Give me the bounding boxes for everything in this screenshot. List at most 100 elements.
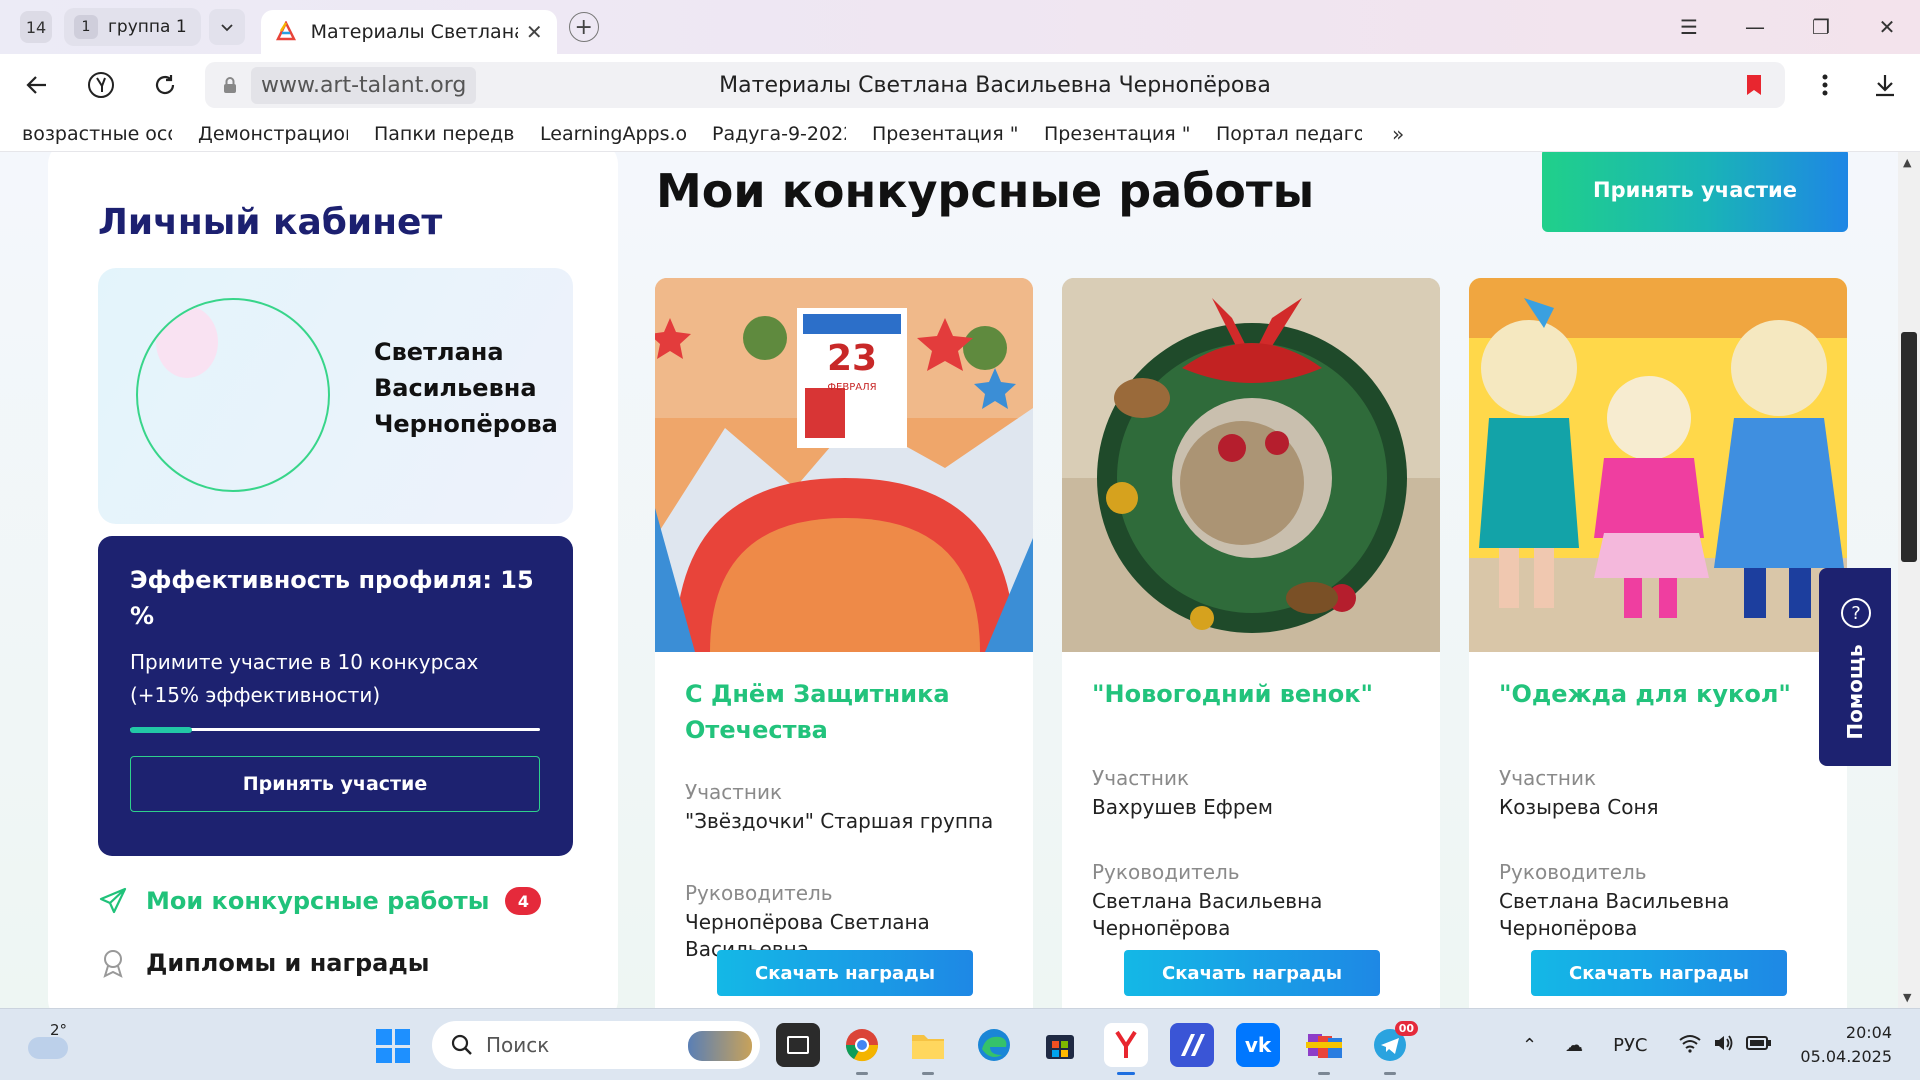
- volume-icon[interactable]: [1712, 1033, 1736, 1058]
- url-field[interactable]: www.art-talant.org Материалы Светлана Ва…: [205, 62, 1785, 108]
- bookmark-item[interactable]: Демонстрационный: [198, 123, 348, 145]
- show-hidden-icons-chevron-icon[interactable]: ⌃: [1522, 1035, 1537, 1056]
- work-photo-new-year-wreath[interactable]: [1062, 278, 1440, 652]
- scroll-down-icon[interactable]: ▼: [1903, 991, 1911, 1004]
- more-options-icon[interactable]: [1808, 68, 1842, 102]
- close-window-icon[interactable]: ✕: [1854, 0, 1920, 54]
- download-awards-button[interactable]: Скачать награды: [1531, 950, 1787, 996]
- running-indicator: [1318, 1072, 1330, 1075]
- address-bar: www.art-talant.org Материалы Светлана Ва…: [0, 54, 1920, 116]
- sidebar-item-diplomas[interactable]: Дипломы и награды: [98, 948, 429, 978]
- download-awards-button[interactable]: Скачать награды: [1124, 950, 1380, 996]
- sidebar-item-my-works[interactable]: Мои конкурсные работы 4: [98, 886, 542, 916]
- bookmark-item[interactable]: Папки передвижки: [374, 123, 514, 145]
- back-button[interactable]: [10, 58, 64, 112]
- work-title[interactable]: "Новогодний венок": [1092, 676, 1422, 712]
- taskbar-app-store[interactable]: [1038, 1023, 1082, 1067]
- scrollbar-thumb[interactable]: [1901, 332, 1917, 562]
- clock-date: 05.04.2025: [1800, 1047, 1892, 1066]
- bookmark-item[interactable]: Портал педагога | пр: [1216, 123, 1362, 145]
- taskbar-app-yandex-browser[interactable]: [1104, 1023, 1148, 1075]
- bookmarks-overflow-icon[interactable]: »: [1392, 122, 1404, 146]
- browser-menu-icon[interactable]: ☰: [1656, 0, 1722, 54]
- taskbar-search[interactable]: Поиск: [432, 1021, 760, 1069]
- work-title[interactable]: "Одежда для кукол": [1499, 676, 1829, 712]
- profile-name: Светлана Васильевна Чернопёрова: [374, 338, 558, 438]
- folder-icon: [912, 1035, 944, 1059]
- bookmark-icon[interactable]: [1745, 73, 1763, 101]
- taskbar-app-editor[interactable]: [1170, 1023, 1214, 1067]
- help-label: Помощь: [1843, 644, 1867, 740]
- wifi-icon[interactable]: [1678, 1033, 1702, 1058]
- sidebar-heading: Личный кабинет: [98, 202, 443, 243]
- vk-icon: vk: [1244, 1033, 1272, 1057]
- downloads-icon[interactable]: [1868, 68, 1902, 102]
- archive-icon: [1306, 1034, 1342, 1058]
- close-tab-icon[interactable]: ✕: [526, 20, 543, 44]
- store-icon: [1046, 1035, 1074, 1059]
- taskbar-app-task-view[interactable]: [776, 1023, 820, 1067]
- bookmark-item[interactable]: Радуга-9-2022.pdf: [712, 123, 846, 145]
- leader-label: Руководитель: [1499, 860, 1647, 884]
- active-tab[interactable]: Материалы Светлана Е ✕: [260, 10, 557, 54]
- leader-label: Руководитель: [1092, 860, 1240, 884]
- language-indicator[interactable]: РУС: [1613, 1035, 1647, 1056]
- work-photo-defender-day[interactable]: 23 ФЕВРАЛЯ: [655, 278, 1033, 652]
- bookmark-item[interactable]: Презентация "Разви: [1044, 123, 1190, 145]
- award-icon: [103, 950, 123, 978]
- taskbar-app-vk[interactable]: vk: [1236, 1023, 1280, 1067]
- taskbar-app-edge[interactable]: [972, 1023, 1016, 1067]
- scroll-up-icon[interactable]: ▲: [1903, 156, 1911, 169]
- reload-icon: [155, 75, 175, 95]
- tab-count-button[interactable]: 14: [20, 11, 52, 43]
- work-photo-doll-clothes[interactable]: [1469, 278, 1847, 652]
- tab-group[interactable]: 1 группа 1: [64, 8, 201, 46]
- search-icon: [451, 1034, 472, 1055]
- leader-name: Светлана Васильевна Чернопёрова: [1499, 889, 1730, 940]
- taskbar-app-winrar[interactable]: [1302, 1023, 1346, 1075]
- weather-widget[interactable]: 2°: [28, 1021, 74, 1063]
- taskbar-app-chrome[interactable]: [840, 1023, 884, 1075]
- restore-icon[interactable]: ❐: [1788, 0, 1854, 54]
- effectiveness-title: Эффективность профиля: 15 %: [130, 566, 534, 630]
- telegram-unread-badge: 00: [1394, 1021, 1418, 1036]
- tab-list-dropdown[interactable]: [208, 9, 245, 45]
- reload-button[interactable]: [138, 58, 192, 112]
- take-part-button[interactable]: Принять участие: [130, 756, 540, 812]
- yandex-browser-icon: [1115, 1030, 1137, 1058]
- start-button[interactable]: [376, 1029, 410, 1063]
- search-placeholder: Поиск: [486, 1033, 550, 1057]
- yandex-logo-icon: [88, 72, 114, 98]
- contest-work-card: "Новогодний венок" Участник Вахрушев Ефр…: [1062, 278, 1440, 1008]
- contest-work-card: "Одежда для кукол" Участник Козырева Сон…: [1469, 278, 1847, 1008]
- bookmark-item[interactable]: возрастные особенн: [22, 123, 172, 145]
- cloud-icon: [28, 1037, 68, 1059]
- yandex-home-button[interactable]: [74, 58, 128, 112]
- help-button[interactable]: ? Помощь: [1819, 568, 1891, 766]
- bookmark-item[interactable]: LearningApps.org - с: [540, 123, 686, 145]
- battery-icon[interactable]: [1745, 1034, 1772, 1057]
- bookmark-item[interactable]: Презентация "Разви: [872, 123, 1018, 145]
- work-title[interactable]: С Днём Защитника Отечества: [685, 676, 1015, 748]
- sidebar-item-label: Дипломы и награды: [146, 949, 430, 977]
- contest-work-card: 23 ФЕВРАЛЯ С Днём Защитника Отечества Уч…: [655, 278, 1033, 1008]
- url-host[interactable]: www.art-talant.org: [251, 66, 477, 104]
- running-indicator: [856, 1072, 868, 1075]
- windows-logo-icon: [376, 1047, 392, 1063]
- new-tab-button[interactable]: +: [568, 12, 599, 42]
- download-awards-button[interactable]: Скачать награды: [717, 950, 973, 996]
- lock-icon[interactable]: [219, 74, 241, 96]
- page-scrollbar[interactable]: ▲ ▼: [1898, 152, 1920, 1008]
- taskbar-app-telegram[interactable]: 00: [1368, 1021, 1418, 1075]
- active-tab-title: Материалы Светлана Е: [310, 21, 518, 43]
- chevron-down-icon: [221, 24, 233, 32]
- taskbar-app-explorer[interactable]: [906, 1023, 950, 1075]
- windows-taskbar: 2° Поиск vk 00 ⌃ ☁ РУС 20:04 05.04.2025: [0, 1008, 1920, 1080]
- onedrive-cloud-icon[interactable]: ☁: [1565, 1035, 1583, 1056]
- avatar[interactable]: [136, 298, 330, 492]
- take-part-cta-button[interactable]: Принять участие: [1542, 152, 1848, 232]
- edge-icon: [978, 1029, 1010, 1061]
- system-clock[interactable]: 20:04 05.04.2025: [1800, 1021, 1892, 1069]
- minimize-icon[interactable]: —: [1722, 0, 1788, 54]
- works-count-badge: 4: [505, 887, 542, 915]
